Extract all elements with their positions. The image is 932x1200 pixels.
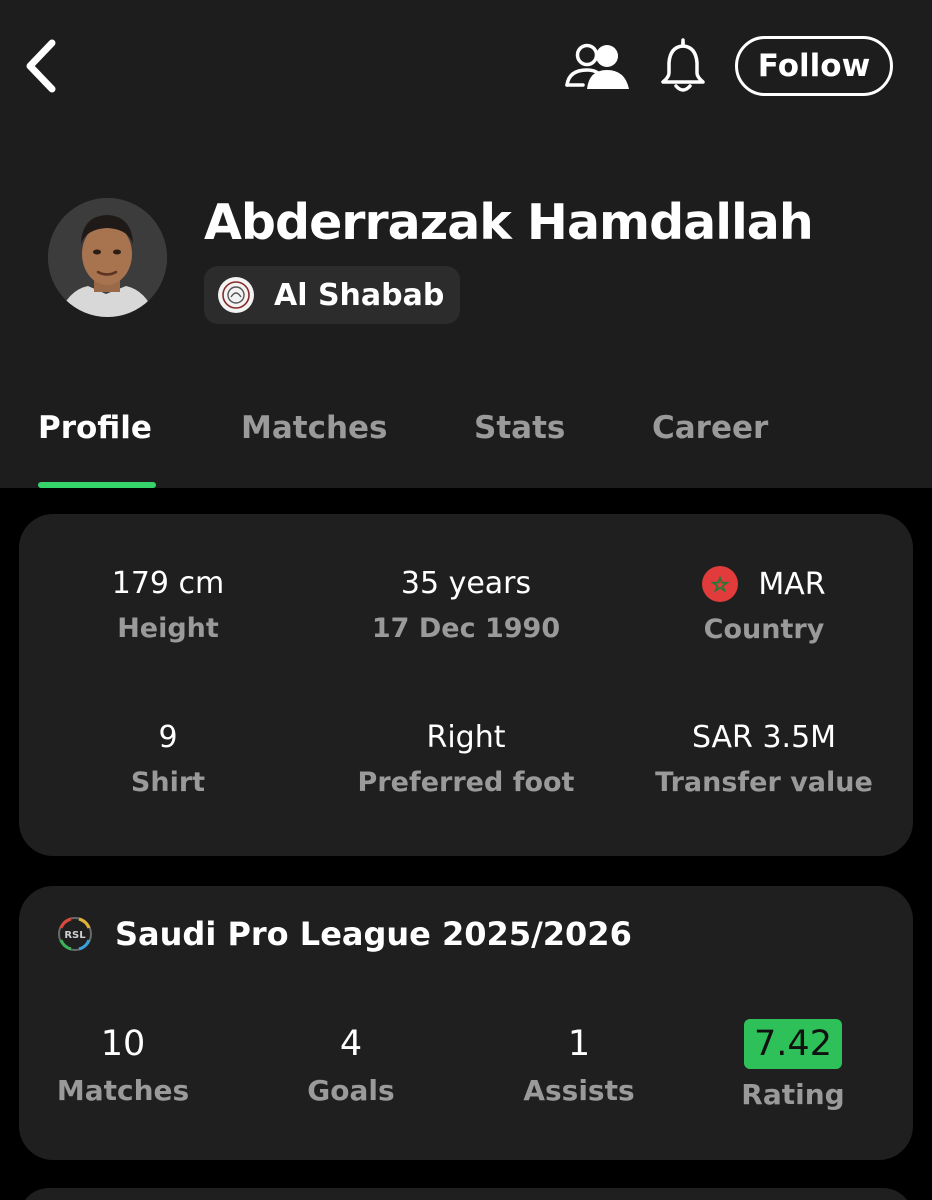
assists-stat: 1 Assists [465, 1020, 693, 1107]
active-tab-indicator [38, 482, 156, 488]
country-label: Country [703, 614, 825, 645]
foot-label: Preferred foot [357, 767, 575, 798]
assists-value: 1 [567, 1024, 591, 1064]
goals-label: Goals [307, 1074, 395, 1107]
player-avatar [48, 198, 167, 317]
transfer-cell: SAR 3.5M Transfer value [615, 720, 913, 798]
tab-career[interactable]: Career [652, 410, 768, 446]
back-button[interactable] [18, 36, 62, 96]
tab-matches[interactable]: Matches [241, 410, 388, 446]
team-chip[interactable]: Al Shabab [204, 266, 461, 324]
league-title: Saudi Pro League 2025/2026 [115, 915, 632, 953]
squad-button[interactable] [560, 36, 632, 96]
follow-button[interactable]: Follow [735, 36, 893, 96]
height-value: 179 cm [111, 566, 225, 601]
birth-date: 17 Dec 1990 [371, 613, 561, 644]
shirt-cell: 9 Shirt [19, 720, 317, 798]
player-name: Abderrazak Hamdallah [204, 194, 814, 251]
goals-stat: 4 Goals [237, 1020, 465, 1107]
team-name: Al Shabab [274, 277, 445, 313]
matches-label: Matches [56, 1074, 190, 1107]
height-cell: 179 cm Height [19, 566, 317, 644]
rating-badge: 7.42 [744, 1019, 842, 1069]
league-logo-icon: RSL [55, 914, 95, 954]
people-icon [565, 43, 629, 89]
matches-stat: 10 Matches [9, 1020, 237, 1107]
league-stats-card[interactable]: RSL Saudi Pro League 2025/2026 10 Matche… [19, 886, 913, 1160]
shirt-label: Shirt [130, 767, 206, 798]
svg-text:RSL: RSL [64, 930, 86, 941]
goals-value: 4 [339, 1024, 363, 1064]
team-logo-icon [218, 277, 254, 313]
notifications-button[interactable] [652, 36, 714, 96]
rating-stat: 7.42 Rating [679, 1019, 907, 1111]
country-cell[interactable]: MAR Country [615, 566, 913, 645]
age-value: 35 years [400, 566, 532, 601]
bell-icon [661, 38, 705, 92]
age-cell: 35 years 17 Dec 1990 [317, 566, 615, 644]
tab-stats[interactable]: Stats [474, 410, 565, 446]
player-header: Follow Abderrazak Hamdallah Al Shabab Pr… [0, 0, 932, 488]
next-card [19, 1188, 913, 1200]
shirt-value: 9 [158, 720, 178, 755]
height-label: Height [117, 613, 219, 644]
rating-label: Rating [741, 1078, 845, 1111]
matches-value: 10 [100, 1024, 146, 1064]
country-value: MAR [758, 566, 826, 602]
transfer-label: Transfer value [655, 767, 873, 798]
tab-profile[interactable]: Profile [38, 410, 152, 446]
transfer-value: SAR 3.5M [691, 720, 837, 755]
player-info-card: 179 cm Height 35 years 17 Dec 1990 MAR C… [19, 514, 913, 856]
foot-value: Right [426, 720, 506, 755]
back-chevron-icon [26, 39, 56, 93]
assists-label: Assists [523, 1074, 635, 1107]
morocco-flag-icon [702, 566, 739, 602]
foot-cell: Right Preferred foot [317, 720, 615, 798]
league-header[interactable]: RSL Saudi Pro League 2025/2026 [55, 914, 632, 954]
